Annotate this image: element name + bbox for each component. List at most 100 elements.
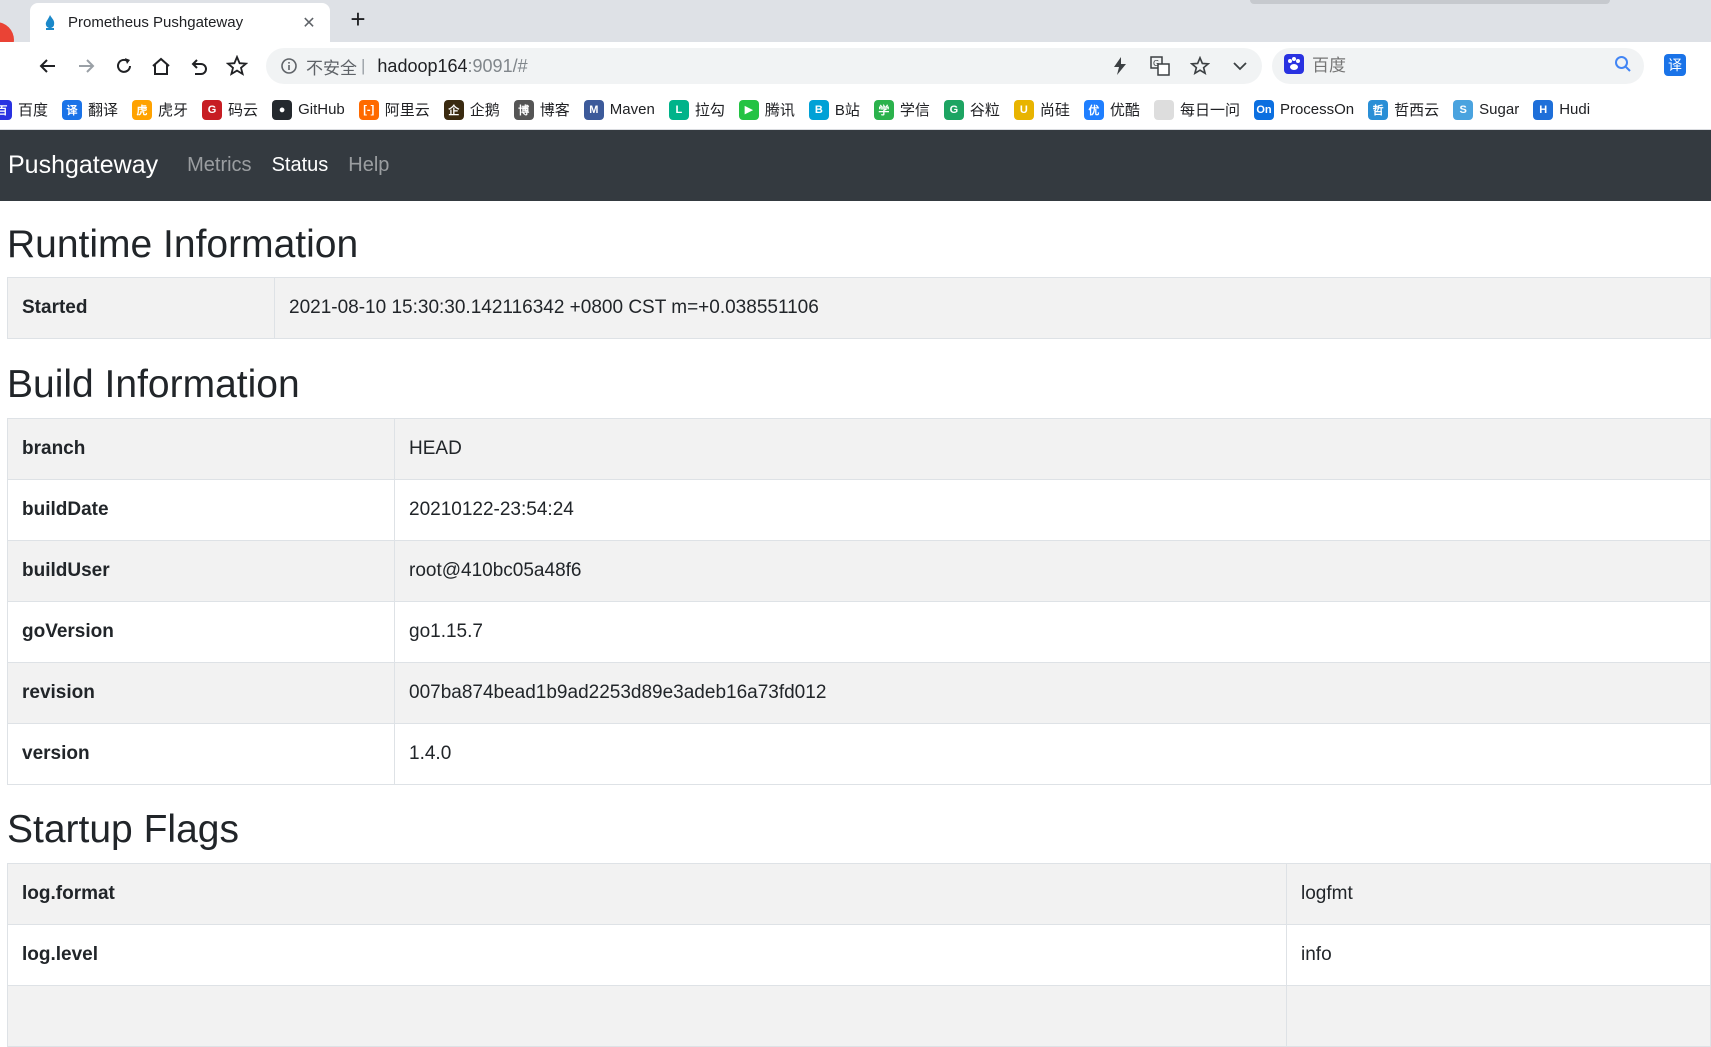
row-value: HEAD	[394, 418, 1711, 480]
row-key: Started	[7, 277, 275, 339]
reload-icon	[117, 58, 131, 73]
bookmark-item[interactable]: On ProcessOn	[1253, 99, 1355, 120]
bookmark-item[interactable]: U 尚硅	[1013, 99, 1070, 120]
url-separator: |	[361, 56, 366, 75]
row-key: revision	[7, 662, 395, 724]
baidu-paw-icon	[1284, 53, 1304, 79]
prometheus-favicon-icon	[42, 14, 58, 31]
bookmark-label: 阿里云	[384, 102, 430, 119]
bookmark-label: Sugar	[1479, 101, 1520, 118]
top-navbar: Pushgateway Metrics Status Help	[0, 130, 1711, 201]
star-icon	[226, 55, 248, 76]
row-value: info	[1286, 924, 1711, 986]
bookmark-item[interactable]: 学学信	[873, 99, 930, 120]
bookmark-label: 每日一问	[1179, 102, 1240, 119]
bookmark-item[interactable]: L 拉勾	[668, 99, 725, 120]
chevron-down-icon[interactable]	[1228, 54, 1252, 78]
reload-button[interactable]	[110, 52, 138, 80]
table-row: log.level info	[7, 924, 1711, 986]
bookmark-favicon-icon: ▶	[738, 99, 759, 120]
bookmark-item[interactable]: ▶ 腾讯	[738, 99, 795, 120]
translate-icon[interactable]: G	[1148, 54, 1172, 78]
bookmark-label: 拉勾	[694, 102, 725, 119]
svg-text:G: G	[1153, 59, 1159, 68]
bookmark-favicon-icon: 企	[443, 99, 464, 120]
bookmark-item[interactable]: 企企鹅	[443, 99, 500, 120]
build-heading: Build Information	[7, 363, 300, 406]
back-button[interactable]	[34, 52, 62, 80]
search-box[interactable]	[1272, 48, 1644, 84]
flags-table: log.format logfmt log.level info	[7, 863, 1711, 1047]
brand-link[interactable]: Pushgateway	[8, 151, 158, 180]
row-key: log.level	[7, 924, 1287, 986]
bookmark-favicon-icon: 哲	[1368, 99, 1389, 120]
table-row: version 1.4.0	[7, 723, 1711, 785]
bookmark-favicon-icon: G	[943, 99, 964, 120]
undo-icon	[191, 59, 207, 75]
bookmark-favicon-icon	[1153, 99, 1174, 120]
bookmark-item[interactable]: S Sugar	[1453, 99, 1520, 120]
nav-link-metrics[interactable]: Metrics	[187, 154, 251, 177]
bookmark-item[interactable]: M Maven	[583, 99, 655, 120]
bookmark-favicon-icon: L	[668, 99, 689, 120]
bookmark-star-button[interactable]	[223, 52, 251, 80]
table-row: branch HEAD	[7, 418, 1711, 480]
bookmark-favicon-icon: 百	[0, 99, 12, 120]
main-content: Runtime Information Started 2021-08-10 15…	[7, 201, 1711, 1047]
bookmark-item[interactable]: 每日一问	[1153, 99, 1240, 120]
bookmark-favicon-icon: 学	[873, 99, 894, 120]
browser-tab[interactable]: Prometheus Pushgateway ✕	[30, 3, 330, 42]
table-row: revision 007ba874bead1b9ad2253d89e3adeb16…	[7, 662, 1711, 724]
address-bar[interactable]: 不安全 | hadoop164 :9091/# G	[266, 48, 1262, 84]
table-row	[7, 985, 1711, 1047]
bookmark-label: 码云	[228, 102, 259, 119]
bookmark-item[interactable]: 百百度	[0, 99, 48, 120]
arrow-left-icon	[39, 59, 55, 73]
row-value: 2021-08-10 15:30:30.142116342 +0800 CST …	[274, 277, 1711, 339]
bookmark-favicon-icon: On	[1253, 99, 1274, 120]
bookmark-item[interactable]: 译翻译	[62, 99, 118, 120]
bookmark-item[interactable]: G 谷粒	[943, 99, 1000, 120]
table-row: goVersion go1.15.7	[7, 601, 1711, 663]
flags-heading: Startup Flags	[7, 808, 239, 851]
not-secure-label: 不安全	[306, 58, 357, 78]
bookmark-favicon-icon: 博	[513, 99, 534, 120]
star-outline-icon[interactable]	[1188, 54, 1212, 78]
bookmark-item[interactable]: 哲哲西云	[1368, 99, 1439, 120]
tab-close-icon[interactable]: ✕	[300, 13, 318, 33]
bookmark-label: B站	[834, 102, 860, 119]
bookmark-item[interactable]: B B站	[808, 99, 860, 120]
bookmark-item[interactable]: G 码云	[202, 99, 258, 120]
search-input[interactable]	[1312, 56, 1614, 76]
url-host: hadoop164	[377, 55, 468, 76]
lightning-icon[interactable]	[1108, 54, 1132, 78]
search-icon[interactable]	[1614, 55, 1632, 78]
bookmark-label: 谷粒	[969, 102, 1000, 119]
new-tab-button[interactable]: +	[344, 6, 372, 34]
bookmark-label: 哲西云	[1394, 102, 1440, 119]
bookmark-label: ProcessOn	[1279, 101, 1355, 118]
translate-extension-icon[interactable]: 译	[1664, 54, 1686, 76]
bookmark-item[interactable]: 虎虎牙	[132, 99, 188, 120]
bookmark-item[interactable]: [-] 阿里云	[358, 99, 430, 120]
bookmark-item[interactable]: ● GitHub	[272, 99, 345, 120]
bookmark-item[interactable]: 博博客	[513, 99, 570, 120]
home-button[interactable]	[147, 52, 175, 80]
row-key: branch	[7, 418, 395, 480]
bookmark-favicon-icon: U	[1013, 99, 1034, 120]
bookmark-favicon-icon: 虎	[132, 99, 153, 120]
undo-button[interactable]	[185, 52, 213, 80]
nav-link-help[interactable]: Help	[348, 154, 389, 177]
home-icon	[152, 57, 170, 75]
bookmark-label: 学信	[899, 102, 930, 119]
build-table: branch HEAD buildDate 20210122-23:54:24 buil…	[7, 418, 1711, 785]
forward-button[interactable]	[72, 52, 100, 80]
bookmark-item[interactable]: 优优酷	[1083, 99, 1140, 120]
bookmark-item[interactable]: H Hudi	[1533, 99, 1590, 120]
bookmark-favicon-icon: 优	[1083, 99, 1104, 120]
bookmark-favicon-icon: S	[1453, 99, 1474, 120]
bookmark-label: 百度	[18, 102, 49, 119]
nav-link-status[interactable]: Status	[272, 154, 329, 177]
row-value: 20210122-23:54:24	[394, 479, 1711, 541]
tab-title: Prometheus Pushgateway	[68, 14, 244, 31]
